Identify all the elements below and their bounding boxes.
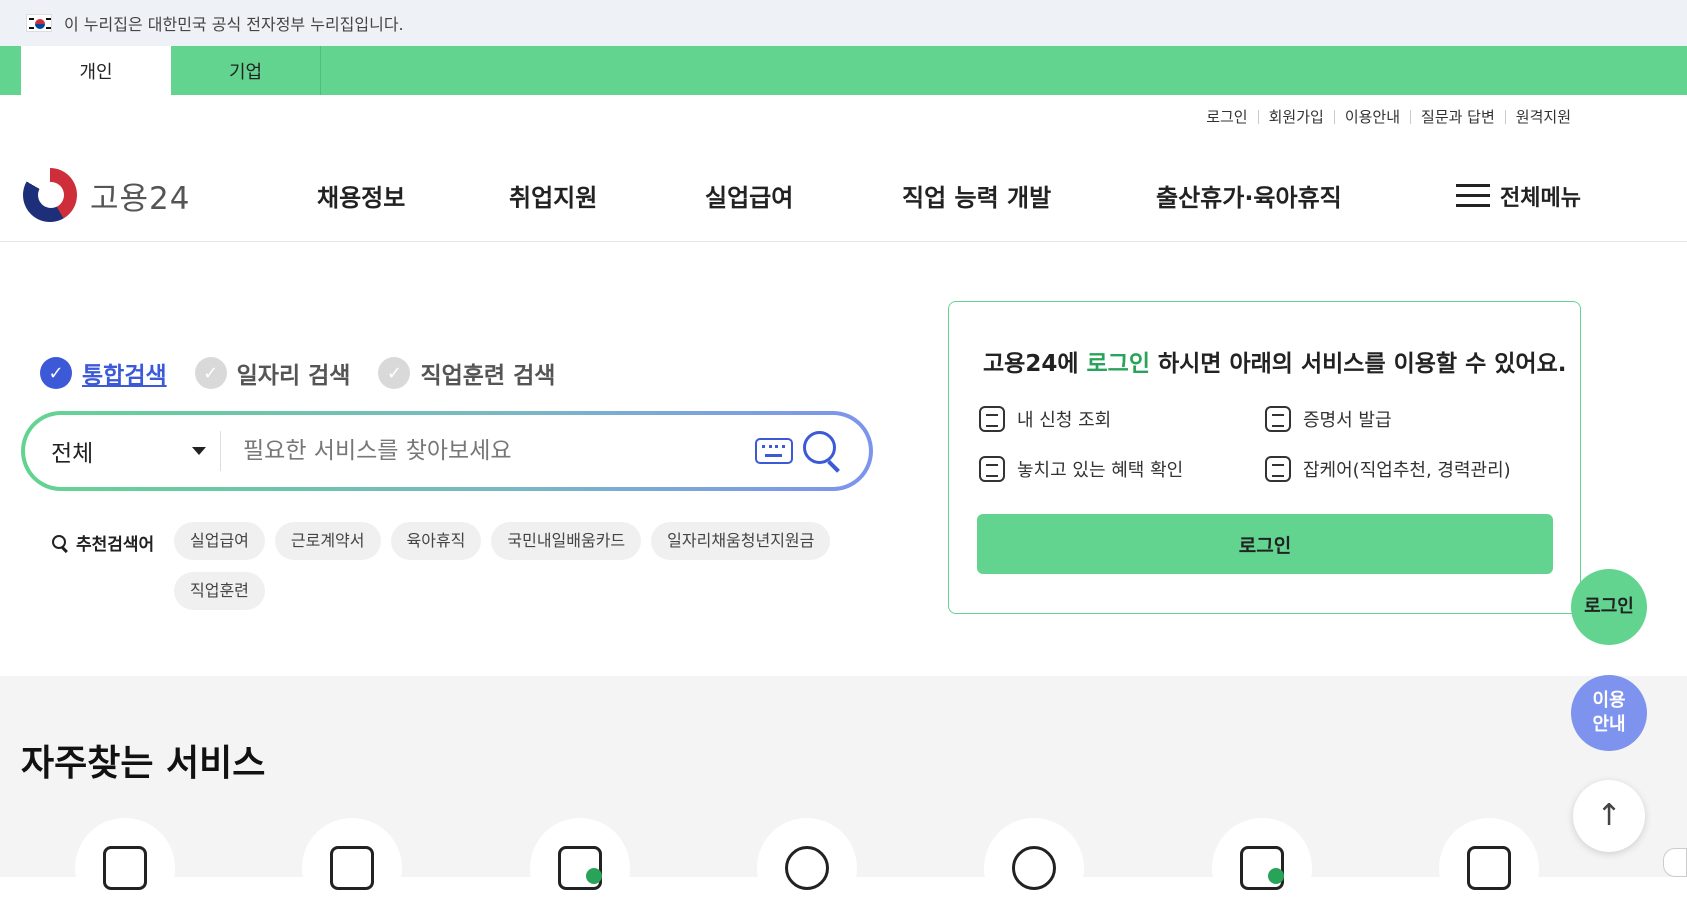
search-scope-value: 전체 xyxy=(51,441,94,467)
gov-banner-text: 이 누리집은 대한민국 공식 전자정부 누리집입니다. xyxy=(64,15,404,34)
floating-login-button[interactable]: 로그인 xyxy=(1571,569,1647,645)
checklist-icon xyxy=(979,406,1005,432)
utility-links: 로그인 회원가입 이용안내 질문과 답변 원격지원 xyxy=(1196,110,1581,125)
search-type-integrated[interactable]: ✓ 통합검색 xyxy=(40,356,167,390)
search-box: 전체 xyxy=(21,411,873,491)
keyword-chip[interactable]: 일자리채움청년지원금 xyxy=(651,522,831,560)
service-my-applications[interactable]: 내 신청 조회 xyxy=(979,406,1111,432)
header-divider xyxy=(0,241,1687,242)
search-icon xyxy=(52,534,68,551)
user-type-tabbar: 개인 기업 xyxy=(0,46,1687,95)
gov-banner: 이 누리집은 대한민국 공식 전자정부 누리집입니다. xyxy=(0,0,1687,46)
login-card-title-link: 로그인 xyxy=(1086,351,1150,377)
check-circle-icon: ✓ xyxy=(40,357,72,389)
search-input[interactable] xyxy=(221,438,755,464)
keyword-chip[interactable]: 육아휴직 xyxy=(390,522,482,560)
service-tile-baby[interactable] xyxy=(530,818,630,918)
nav-vocational-training[interactable]: 직업 능력 개발 xyxy=(902,178,1051,213)
nav-parental-leave[interactable]: 출산휴가·육아휴직 xyxy=(1156,178,1342,213)
scroll-top-button[interactable]: ↑ xyxy=(1573,780,1645,852)
tab-personal[interactable]: 개인 xyxy=(21,46,171,95)
check-circle-icon: ✓ xyxy=(378,357,411,389)
service-tile-money-bag[interactable] xyxy=(984,818,1084,918)
document-icon xyxy=(103,846,147,890)
search-type-jobs[interactable]: ✓ 일자리 검색 xyxy=(194,356,351,390)
service-tile-person[interactable] xyxy=(757,818,857,918)
service-tile-form[interactable] xyxy=(302,818,402,918)
video-play-icon xyxy=(1467,846,1511,890)
person-icon xyxy=(785,846,829,890)
login-card-title: 고용24에 로그인 하시면 아래의 서비스를 이용할 수 있어요. xyxy=(983,351,1567,377)
service-tile-card[interactable] xyxy=(1212,818,1312,918)
side-scroll-handle[interactable] xyxy=(1663,848,1687,877)
check-circle-icon: ✓ xyxy=(194,357,227,389)
money-bag-icon xyxy=(1012,846,1056,890)
virtual-keyboard-icon[interactable] xyxy=(755,438,793,464)
tab-business[interactable]: 기업 xyxy=(171,46,321,95)
recommended-title: 추천검색어 xyxy=(52,530,154,555)
service-jobcare[interactable]: 잡케어(직업추천, 경력관리) xyxy=(1265,456,1511,482)
service-tile-document[interactable] xyxy=(75,818,175,918)
keyword-chip[interactable]: 국민내일배움카드 xyxy=(491,522,642,560)
frequent-services-section: 자주찾는 서비스 xyxy=(0,676,1687,918)
search-type-training[interactable]: ✓ 직업훈련 검색 xyxy=(378,356,555,390)
service-missed-benefits[interactable]: 놓치고 있는 혜택 확인 xyxy=(979,456,1183,482)
keyword-chip[interactable]: 근로계약서 xyxy=(274,522,381,560)
service-tile-video[interactable] xyxy=(1439,818,1539,918)
search-icon[interactable] xyxy=(803,431,843,471)
search-scope-select[interactable]: 전체 xyxy=(25,431,221,471)
document-coin-icon xyxy=(979,456,1005,482)
service-certificate[interactable]: 증명서 발급 xyxy=(1265,406,1392,432)
util-guide-link[interactable]: 이용안내 xyxy=(1333,110,1410,125)
keyword-chip-list: 실업급여 근로계약서 육아휴직 국민내일배움카드 일자리채움청년지원금 직업훈련 xyxy=(174,522,854,622)
util-remote-support-link[interactable]: 원격지원 xyxy=(1504,110,1581,125)
util-login-link[interactable]: 로그인 xyxy=(1196,110,1257,125)
search-type-label: 통합검색 xyxy=(82,363,167,389)
caret-down-icon xyxy=(192,447,206,455)
all-menu-label: 전체메뉴 xyxy=(1500,186,1581,211)
nav-unemployment-benefit[interactable]: 실업급여 xyxy=(705,178,793,213)
korea-flag-icon xyxy=(26,14,52,32)
hamburger-icon xyxy=(1456,184,1491,208)
arrow-up-icon: ↑ xyxy=(1596,798,1622,833)
login-card: 고용24에 로그인 하시면 아래의 서비스를 이용할 수 있어요. 내 신청 조… xyxy=(948,301,1581,614)
floating-guide-button[interactable]: 이용 안내 xyxy=(1571,675,1647,751)
document-clock-icon xyxy=(1265,456,1291,482)
util-qna-link[interactable]: 질문과 답변 xyxy=(1410,110,1505,125)
certificate-icon xyxy=(1265,406,1291,432)
keyword-chip[interactable]: 직업훈련 xyxy=(174,572,265,610)
util-signup-link[interactable]: 회원가입 xyxy=(1257,110,1334,125)
nav-employment-support[interactable]: 취업지원 xyxy=(509,178,597,213)
nav-job-info[interactable]: 채용정보 xyxy=(317,178,405,213)
all-menu-button[interactable]: 전체메뉴 xyxy=(1456,180,1581,212)
main-navigation: 채용정보 취업지원 실업급여 직업 능력 개발 출산휴가·육아휴직 xyxy=(0,178,1687,212)
section-title: 자주찾는 서비스 xyxy=(21,743,266,784)
form-icon xyxy=(330,846,374,890)
keyword-chip[interactable]: 실업급여 xyxy=(174,522,265,560)
frequent-services-list xyxy=(75,818,1539,918)
login-button[interactable]: 로그인 xyxy=(977,514,1553,574)
search-type-label: 직업훈련 검색 xyxy=(420,363,556,389)
search-type-label: 일자리 검색 xyxy=(236,363,351,389)
search-type-selector: ✓ 통합검색 ✓ 일자리 검색 ✓ 직업훈련 검색 xyxy=(40,356,583,390)
